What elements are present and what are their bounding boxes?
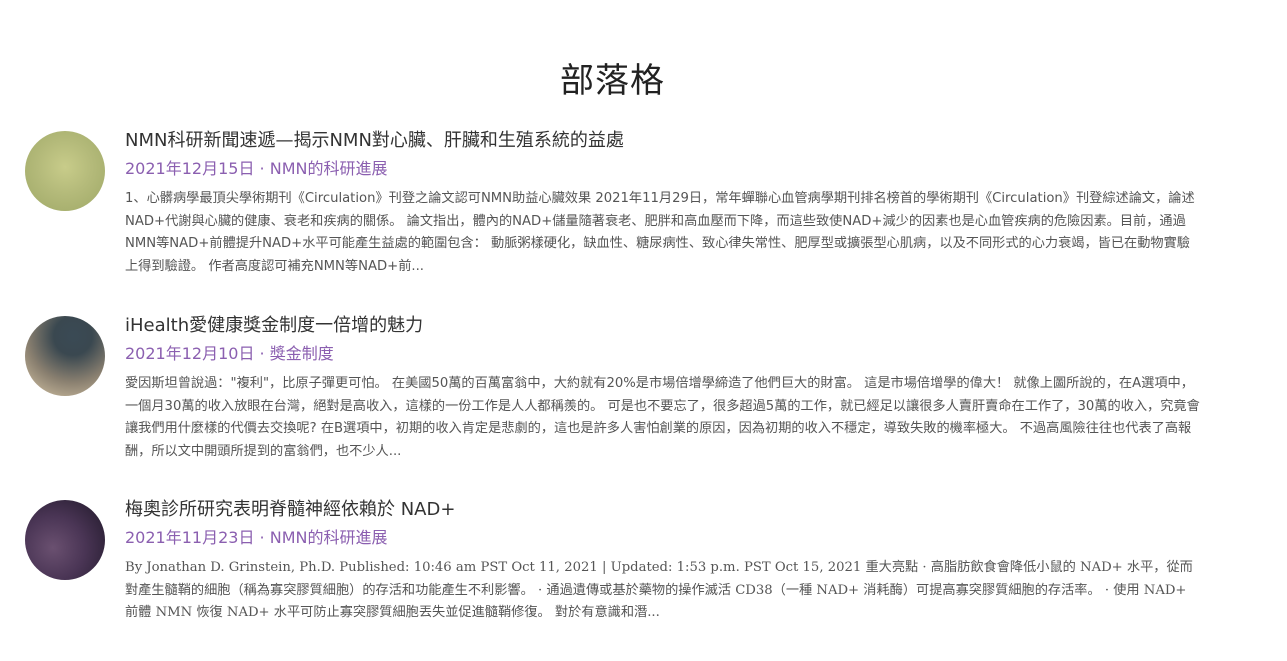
post-body: iHealth愛健康獎金制度一倍增的魅力 2021年12月10日 · 獎金制度 … [125, 313, 1200, 463]
post-thumbnail[interactable] [25, 500, 105, 580]
post-body: NMN科研新聞速遞—揭示NMN對心臟、肝臟和生殖系統的益處 2021年12月15… [125, 128, 1200, 278]
blog-post: NMN科研新聞速遞—揭示NMN對心臟、肝臟和生殖系統的益處 2021年12月15… [25, 128, 1200, 288]
post-title-link[interactable]: 梅奧診所研究表明脊髓神經依賴於 NAD+ [125, 497, 1200, 523]
post-title-link[interactable]: iHealth愛健康獎金制度一倍增的魅力 [125, 313, 1200, 339]
post-meta: 2021年12月15日 · NMN的科研進展 [125, 158, 1200, 182]
post-date: 2021年11月23日 [125, 528, 255, 547]
post-meta: 2021年12月10日 · 獎金制度 [125, 343, 1200, 367]
post-excerpt: 愛因斯坦曾說過："複利"，比原子彈更可怕。 在美國50萬的百萬富翁中，大約就有2… [125, 376, 1200, 459]
post-category-link[interactable]: 獎金制度 [270, 344, 334, 363]
post-date: 2021年12月15日 [125, 159, 255, 178]
post-excerpt: 1、心髒病學最頂尖學術期刊《Circulation》刊登之論文認可NMN助益心臟… [125, 191, 1195, 274]
post-category-link[interactable]: NMN的科研進展 [270, 159, 388, 178]
post-meta: 2021年11月23日 · NMN的科研進展 [125, 527, 1200, 551]
meta-separator: · [254, 528, 270, 547]
meta-separator: · [254, 159, 270, 178]
post-thumbnail[interactable] [25, 316, 105, 396]
post-excerpt: By Jonathan D. Grinstein, Ph.D. Publishe… [125, 560, 1193, 620]
blog-post: iHealth愛健康獎金制度一倍增的魅力 2021年12月10日 · 獎金制度 … [25, 313, 1200, 473]
page-title: 部落格 [560, 60, 665, 101]
blog-post: 梅奧診所研究表明脊髓神經依賴於 NAD+ 2021年11月23日 · NMN的科… [25, 497, 1200, 657]
post-body: 梅奧診所研究表明脊髓神經依賴於 NAD+ 2021年11月23日 · NMN的科… [125, 497, 1200, 625]
meta-separator: · [254, 344, 270, 363]
post-title-link[interactable]: NMN科研新聞速遞—揭示NMN對心臟、肝臟和生殖系統的益處 [125, 128, 1200, 154]
post-thumbnail[interactable] [25, 131, 105, 211]
post-date: 2021年12月10日 [125, 344, 255, 363]
post-category-link[interactable]: NMN的科研進展 [270, 528, 388, 547]
